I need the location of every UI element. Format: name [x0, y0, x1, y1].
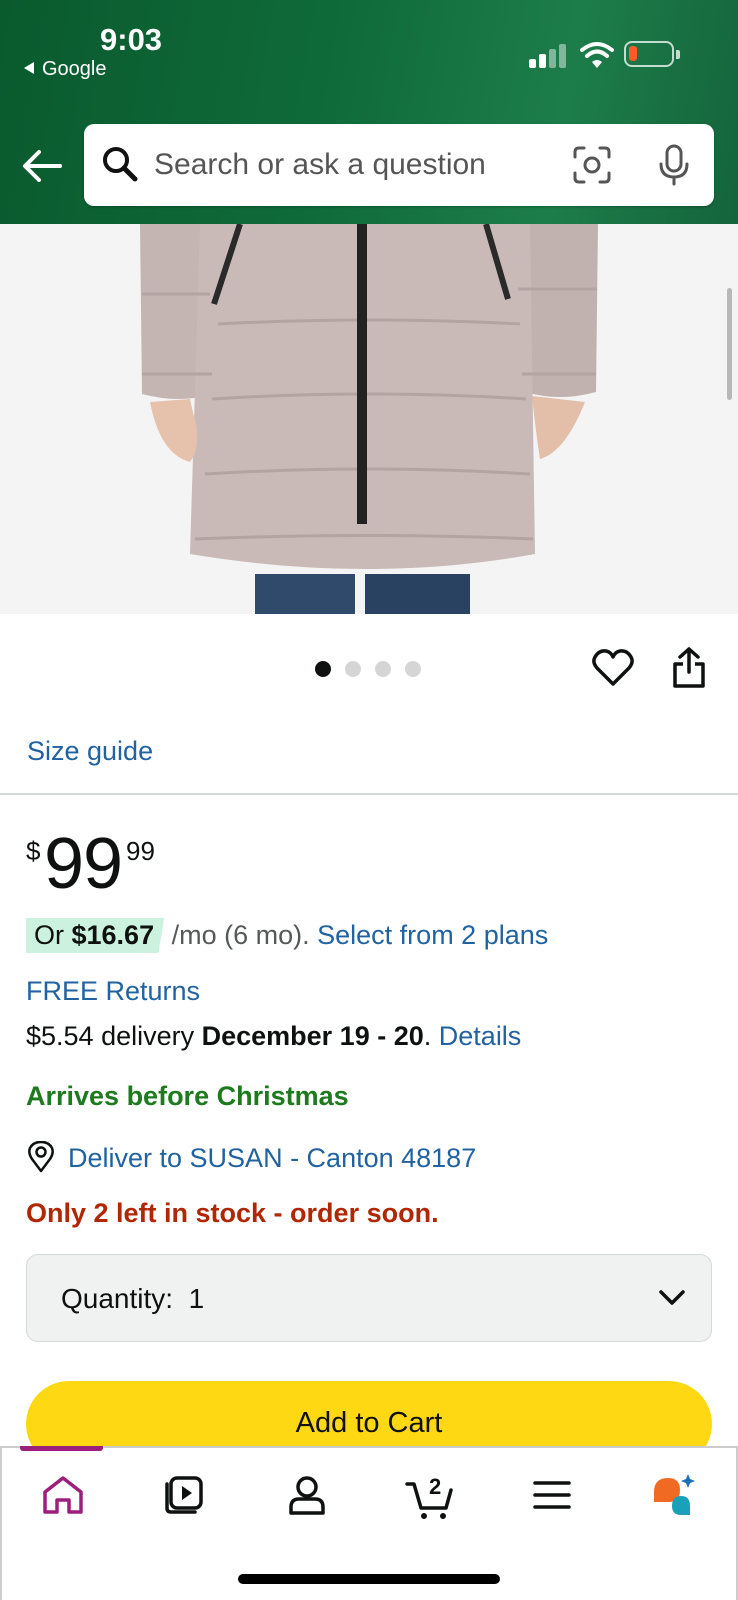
- arrives-before-christmas: Arrives before Christmas: [26, 1081, 349, 1111]
- scroll-indicator[interactable]: [727, 288, 732, 400]
- deliver-to-link[interactable]: Deliver to SUSAN - Canton 48187: [68, 1143, 476, 1174]
- menu-icon[interactable]: [527, 1470, 577, 1520]
- quantity-dropdown[interactable]: Quantity: 1: [26, 1254, 712, 1342]
- free-returns-link[interactable]: FREE Returns: [26, 976, 200, 1007]
- back-to-app-link[interactable]: Google: [24, 58, 107, 81]
- carousel-dot[interactable]: [405, 661, 421, 677]
- home-indicator[interactable]: [238, 1574, 500, 1584]
- delivery-details-link[interactable]: Details: [439, 1021, 522, 1051]
- delivery-cost: $5.54 delivery: [26, 1021, 202, 1051]
- delivery-info: $5.54 delivery December 19 - 20. Details: [26, 1021, 521, 1052]
- wifi-icon: [580, 42, 614, 68]
- price-whole: 99: [44, 824, 123, 904]
- select-plans-link[interactable]: Select from 2 plans: [317, 920, 548, 950]
- quantity-label-text: Quantity:: [61, 1283, 174, 1314]
- delivery-dates: December 19 - 20: [201, 1021, 424, 1051]
- nav-active-indicator: [20, 1446, 103, 1451]
- back-app-label: Google: [42, 58, 107, 80]
- carousel-dot-active[interactable]: [315, 661, 331, 677]
- search-bar[interactable]: [84, 124, 714, 206]
- product-image[interactable]: [0, 224, 738, 614]
- microphone-icon[interactable]: [654, 143, 694, 187]
- price-fraction: 99: [126, 836, 155, 866]
- size-guide-link[interactable]: Size guide: [27, 736, 153, 767]
- monthly-term: /mo (6 mo).: [164, 920, 310, 950]
- location-pin-icon[interactable]: [27, 1141, 55, 1173]
- app-header: 9:03 Google: [0, 0, 738, 224]
- carousel-dot[interactable]: [375, 661, 391, 677]
- search-icon: [103, 147, 138, 182]
- monthly-prefix: Or: [34, 920, 72, 950]
- price-symbol: $: [26, 836, 41, 866]
- back-triangle-icon: [24, 62, 34, 74]
- carousel-dot[interactable]: [345, 661, 361, 677]
- back-arrow-icon[interactable]: [20, 146, 64, 186]
- monthly-badge: Or $16.67: [26, 918, 165, 953]
- heart-icon[interactable]: [592, 648, 634, 688]
- cellular-signal-icon: [529, 44, 567, 68]
- stock-warning: Only 2 left in stock - order soon.: [26, 1198, 439, 1228]
- chevron-down-icon: [659, 1290, 685, 1305]
- puffer-coat-image: [0, 224, 738, 614]
- camera-lens-icon[interactable]: [572, 145, 612, 185]
- status-time: 9:03: [100, 22, 163, 57]
- share-icon[interactable]: [671, 646, 707, 690]
- add-to-cart-label: Add to Cart: [295, 1407, 443, 1439]
- section-divider: [0, 793, 738, 795]
- video-icon[interactable]: [159, 1470, 209, 1520]
- home-icon[interactable]: [38, 1470, 88, 1520]
- search-input[interactable]: [154, 124, 544, 206]
- monthly-amount: $16.67: [71, 920, 155, 950]
- rufus-assistant-icon[interactable]: [650, 1470, 700, 1520]
- battery-low-icon: [624, 41, 680, 67]
- quantity-value: 1: [188, 1283, 205, 1314]
- quantity-label: Quantity: 1: [61, 1283, 204, 1315]
- delivery-period: .: [423, 1021, 432, 1051]
- account-icon[interactable]: [282, 1470, 332, 1520]
- cart-count: 2: [429, 1474, 441, 1499]
- monthly-payment: Or $16.67 /mo (6 mo). Select from 2 plan…: [26, 918, 548, 953]
- cart-icon[interactable]: 2: [404, 1470, 458, 1524]
